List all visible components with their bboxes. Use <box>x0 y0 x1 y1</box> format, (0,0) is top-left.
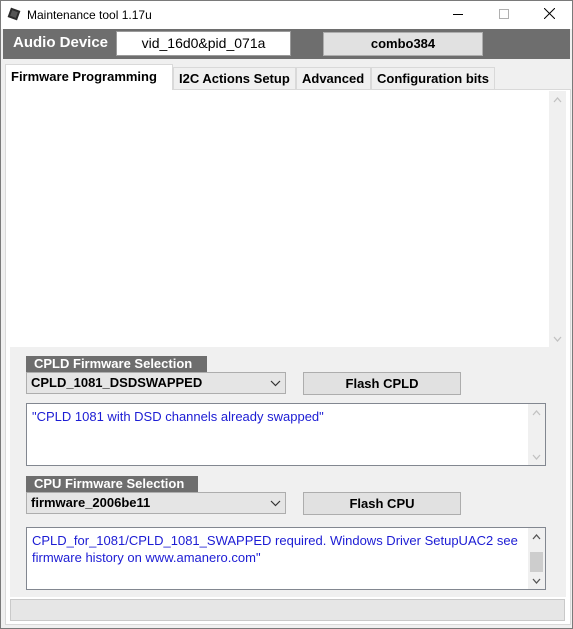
device-bar: Audio Device vid_16d0&pid_071a combo384 <box>3 29 570 59</box>
firmware-section: CPLD Firmware Selection CPLD_1081_DSDSWA… <box>10 347 566 597</box>
minimize-icon <box>453 8 463 22</box>
audio-device-label: Audio Device <box>13 34 109 51</box>
status-bar <box>10 599 565 621</box>
cpld-description[interactable]: "CPLD 1081 with DSD channels already swa… <box>26 403 546 466</box>
scroll-up-icon[interactable] <box>528 528 545 545</box>
tab-configuration-bits[interactable]: Configuration bits <box>371 67 495 89</box>
maximize-button[interactable] <box>481 1 527 29</box>
maximize-icon <box>499 8 509 22</box>
cpld-description-text: "CPLD 1081 with DSD channels already swa… <box>32 409 324 424</box>
cpu-firmware-select[interactable]: firmware_2006be11 <box>26 492 286 514</box>
chevron-down-icon <box>270 376 281 396</box>
cpld-group-title: CPLD Firmware Selection <box>26 356 207 372</box>
chevron-down-icon <box>270 496 281 516</box>
log-list[interactable] <box>7 91 566 347</box>
scrollbar-thumb[interactable] <box>530 552 543 572</box>
cpu-description-text: CPLD_for_1081/CPLD_1081_SWAPPED required… <box>32 533 518 565</box>
cpld-firmware-select[interactable]: CPLD_1081_DSDSWAPPED <box>26 372 286 394</box>
cpld-selected-value: CPLD_1081_DSDSWAPPED <box>31 375 203 390</box>
scroll-down-icon[interactable] <box>528 572 545 589</box>
cpu-description[interactable]: CPLD_for_1081/CPLD_1081_SWAPPED required… <box>26 527 546 590</box>
scroll-up-icon[interactable] <box>549 91 566 108</box>
minimize-button[interactable] <box>435 1 481 29</box>
flash-cpu-button[interactable]: Flash CPU <box>303 492 461 515</box>
scroll-down-icon[interactable] <box>549 330 566 347</box>
window-title: Maintenance tool 1.17u <box>27 8 152 22</box>
tab-strip: Firmware Programming I2C Actions Setup A… <box>5 64 571 90</box>
tab-firmware-programming[interactable]: Firmware Programming <box>5 64 173 90</box>
tab-i2c-actions-setup[interactable]: I2C Actions Setup <box>173 67 296 89</box>
log-scrollbar[interactable] <box>549 91 566 347</box>
scroll-down-icon[interactable] <box>528 448 545 465</box>
combo-button[interactable]: combo384 <box>323 32 483 56</box>
cpu-description-scrollbar[interactable] <box>528 528 545 589</box>
chip-icon <box>7 7 21 21</box>
tab-advanced[interactable]: Advanced <box>296 67 371 89</box>
main-window: Maintenance tool 1.17u Audio Device vid_… <box>0 0 573 629</box>
flash-cpld-button[interactable]: Flash CPLD <box>303 372 461 395</box>
close-icon <box>543 7 555 22</box>
scroll-up-icon[interactable] <box>528 404 545 421</box>
cpu-group-title: CPU Firmware Selection <box>26 476 198 492</box>
device-id-field[interactable]: vid_16d0&pid_071a <box>116 31 291 56</box>
close-button[interactable] <box>526 1 572 29</box>
title-bar[interactable]: Maintenance tool 1.17u <box>1 1 572 29</box>
cpu-selected-value: firmware_2006be11 <box>31 495 151 510</box>
cpld-description-scrollbar[interactable] <box>528 404 545 465</box>
